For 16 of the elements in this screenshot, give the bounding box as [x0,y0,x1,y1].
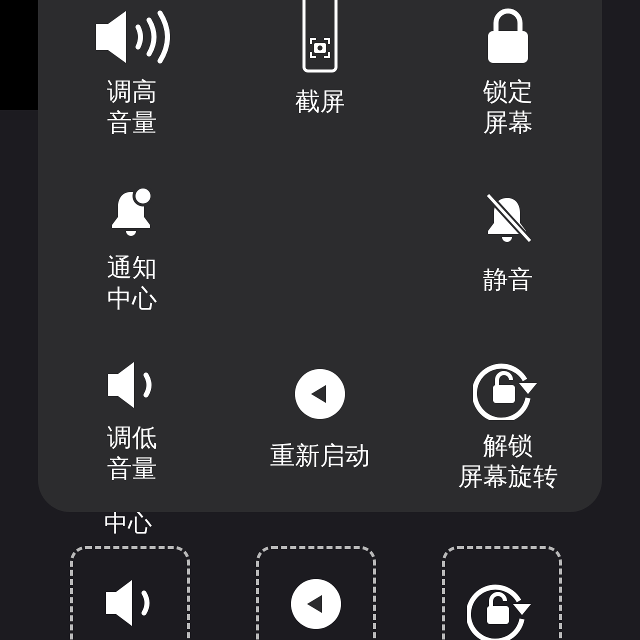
back-circle-icon [295,369,345,419]
menu-button[interactable]: 重新启动 [270,440,370,471]
volume-up-icon [94,10,170,64]
empty-slot[interactable] [256,546,376,640]
empty-slot[interactable] [442,546,562,640]
menu-button[interactable]: 解锁 屏幕旋转 [458,430,558,492]
menu-button[interactable]: 截屏 [295,86,345,117]
item-label: 中心 [104,508,152,538]
menu-button[interactable]: 通知 中心 [107,252,157,314]
empty-slot[interactable] [70,546,190,640]
menu-button[interactable]: 静音 [483,264,533,295]
menu-button[interactable]: 锁定 屏幕 [483,76,533,138]
back-circle-icon [291,579,341,629]
menu-button[interactable]: 调低 音量 [107,422,157,484]
lock-icon [487,8,529,64]
menu-button[interactable]: 调高 音量 [107,76,157,138]
